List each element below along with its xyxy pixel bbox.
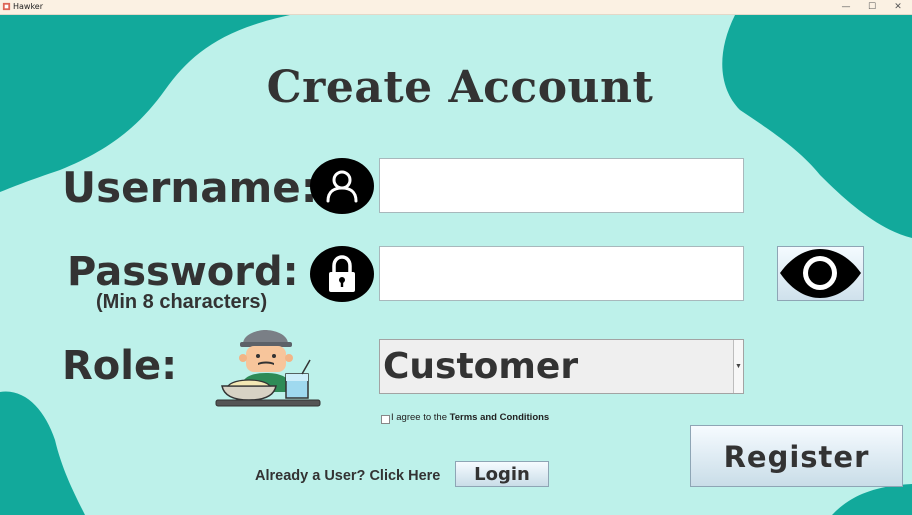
role-label: Role:: [62, 343, 178, 389]
username-label: Username:: [62, 163, 318, 212]
maximize-button[interactable]: ☐: [858, 0, 886, 14]
lock-icon: [310, 246, 374, 302]
terms-prefix: I agree to the: [391, 412, 450, 423]
login-button[interactable]: Login: [455, 461, 549, 487]
app-icon: [2, 2, 11, 11]
password-input[interactable]: [379, 246, 744, 301]
minimize-button[interactable]: —: [832, 0, 860, 14]
role-select-value: Customer: [383, 346, 579, 387]
terms-checkbox[interactable]: [381, 415, 390, 424]
role-select[interactable]: Customer ▼: [379, 339, 744, 394]
window-title: Hawker: [13, 2, 44, 11]
show-password-button[interactable]: [777, 246, 864, 301]
window-titlebar: Hawker — ☐ ✕: [0, 0, 912, 15]
eye-icon: [780, 249, 861, 298]
user-icon: [310, 158, 374, 214]
already-user-text: Already a User? Click Here: [255, 468, 441, 484]
password-label: Password:: [67, 249, 299, 295]
username-input[interactable]: [379, 158, 744, 213]
hawker-vendor-illustration: [215, 330, 321, 407]
terms-link[interactable]: Terms and Conditions: [450, 412, 550, 423]
terms-text: I agree to the Terms and Conditions: [391, 412, 549, 423]
chevron-down-icon[interactable]: ▼: [733, 340, 743, 393]
close-button[interactable]: ✕: [884, 0, 912, 14]
register-button[interactable]: Register: [690, 425, 903, 487]
page-title: Create Account: [266, 62, 654, 113]
password-hint: (Min 8 characters): [96, 291, 268, 313]
